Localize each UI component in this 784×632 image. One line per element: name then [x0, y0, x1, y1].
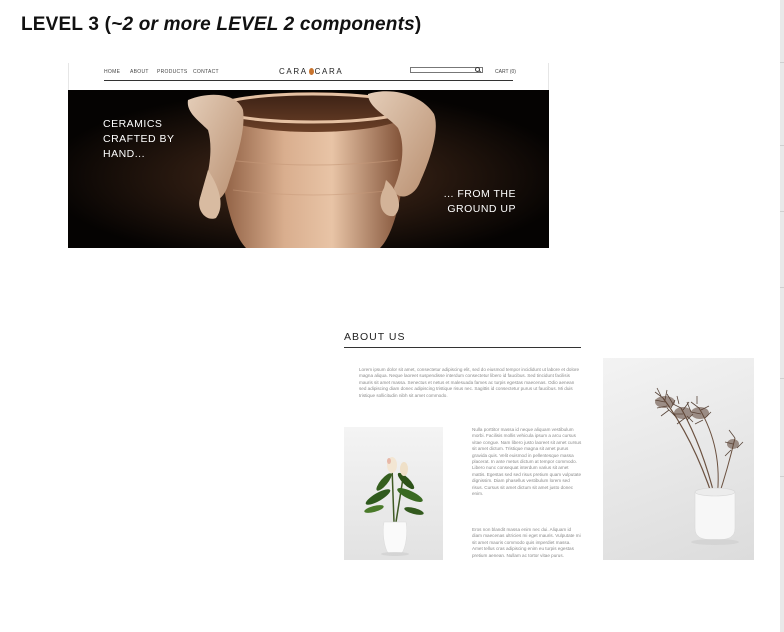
nav-link-home[interactable]: HOME: [104, 69, 120, 75]
hero-banner: CERAMICS CRAFTED BY HAND... ... FROM THE…: [68, 90, 549, 248]
logo-mark-icon: [308, 68, 314, 75]
about-paragraph-1: Lorem ipsum dolor sit amet, consectetur …: [359, 367, 580, 398]
vase-flower-image: [344, 427, 443, 560]
hero-tagline-right: ... FROM THE GROUND UP: [443, 188, 516, 215]
about-title: ABOUT US: [344, 331, 406, 343]
hero-pottery-image: [68, 90, 549, 248]
canvas-edge: [780, 0, 784, 632]
site-navbar: HOME ABOUT PRODUCTS CONTACT CARA CARA CAR…: [68, 63, 549, 90]
nav-divider: [104, 80, 513, 81]
nav-link-contact[interactable]: CONTACT: [193, 69, 219, 75]
brand-logo[interactable]: CARA CARA: [279, 67, 343, 76]
website-mockup: HOME ABOUT PRODUCTS CONTACT CARA CARA CAR…: [68, 63, 549, 249]
about-paragraph-3: Eros non blandit massa enim nec dui. Ali…: [472, 527, 581, 558]
level-note: ~2 or more LEVEL 2 components: [111, 14, 415, 35]
level-label: LEVEL 3: [21, 14, 100, 35]
cart-link[interactable]: CART (0): [495, 69, 516, 75]
nav-link-about[interactable]: ABOUT: [130, 69, 149, 75]
page-heading: LEVEL 3 (~2 or more LEVEL 2 components): [21, 14, 422, 35]
about-divider: [344, 347, 581, 348]
search-icon[interactable]: [475, 67, 480, 72]
nav-link-products[interactable]: PRODUCTS: [157, 69, 187, 75]
search-input[interactable]: [410, 67, 483, 73]
about-paragraph-2: Nulla porttitor massa id neque aliquam v…: [472, 427, 582, 497]
hero-tagline-left: CERAMICS CRAFTED BY HAND...: [103, 118, 175, 160]
vase-pampas-image: [603, 358, 754, 560]
